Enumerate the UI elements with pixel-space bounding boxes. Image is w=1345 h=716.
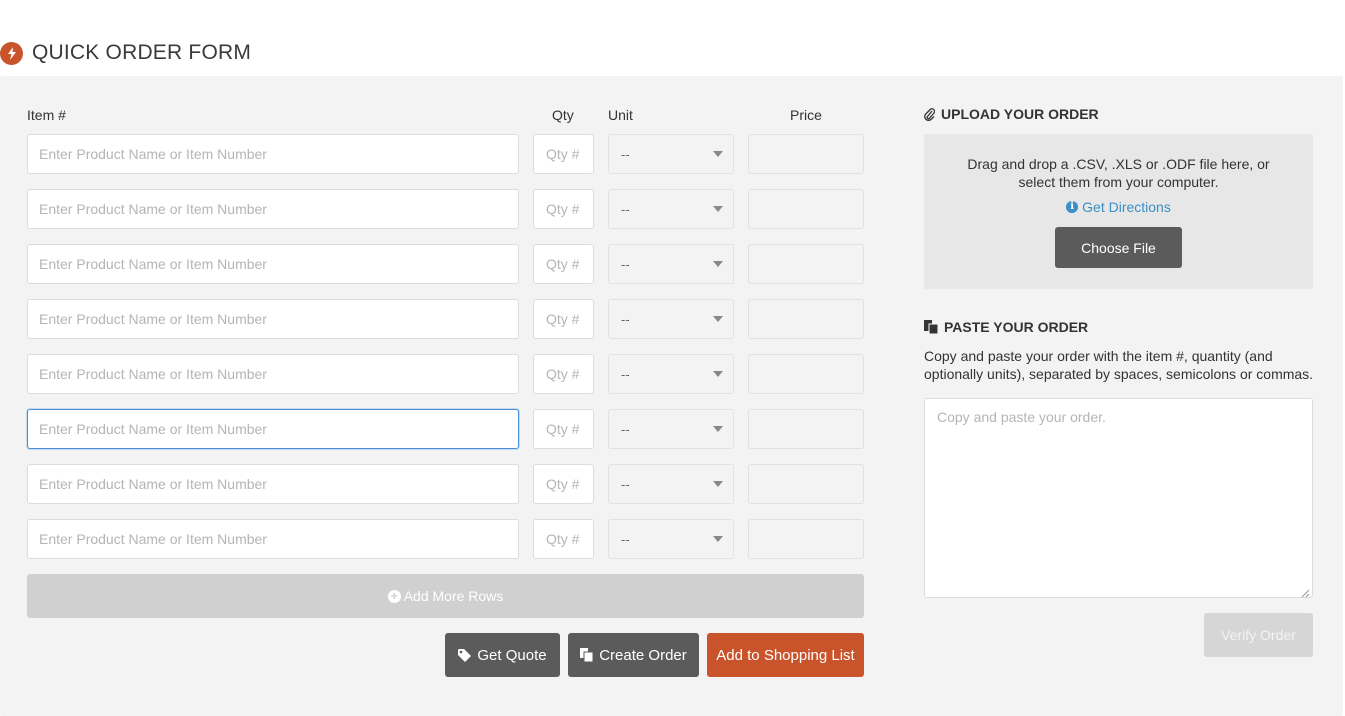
paste-order-textarea[interactable] bbox=[924, 398, 1313, 598]
copy-icon bbox=[580, 648, 594, 662]
unit-value: -- bbox=[621, 476, 630, 492]
lightning-icon bbox=[0, 41, 23, 65]
price-field bbox=[748, 134, 864, 174]
price-field bbox=[748, 189, 864, 229]
unit-select[interactable]: -- bbox=[608, 299, 734, 339]
price-field bbox=[748, 244, 864, 284]
unit-select[interactable]: -- bbox=[608, 189, 734, 229]
qty-input[interactable] bbox=[533, 354, 594, 394]
price-field bbox=[748, 409, 864, 449]
qty-input[interactable] bbox=[533, 409, 594, 449]
resize-handle-icon[interactable] bbox=[1300, 585, 1310, 598]
item-number-input[interactable] bbox=[27, 134, 519, 174]
add-to-shopping-list-button[interactable]: Add to Shopping List bbox=[707, 633, 864, 677]
unit-value: -- bbox=[621, 201, 630, 217]
chevron-down-icon bbox=[713, 206, 723, 212]
item-number-input[interactable] bbox=[27, 354, 519, 394]
qty-input[interactable] bbox=[533, 189, 594, 229]
chevron-down-icon bbox=[713, 481, 723, 487]
unit-value: -- bbox=[621, 256, 630, 272]
qty-input[interactable] bbox=[533, 299, 594, 339]
paste-description: Copy and paste your order with the item … bbox=[924, 348, 1314, 382]
plus-circle-icon: + bbox=[387, 589, 401, 603]
qty-input[interactable] bbox=[533, 134, 594, 174]
upload-description: Drag and drop a .CSV, .XLS or .ODF file … bbox=[967, 156, 1270, 190]
price-field bbox=[748, 464, 864, 504]
item-number-input[interactable] bbox=[27, 409, 519, 449]
item-number-input[interactable] bbox=[27, 299, 519, 339]
chevron-down-icon bbox=[713, 536, 723, 542]
clipboard-icon bbox=[924, 320, 938, 334]
item-number-input[interactable] bbox=[27, 464, 519, 504]
unit-select[interactable]: -- bbox=[608, 464, 734, 504]
paste-title-text: PASTE YOUR ORDER bbox=[944, 319, 1089, 335]
verify-order-button[interactable]: Verify Order bbox=[1204, 613, 1313, 657]
create-order-label: Create Order bbox=[599, 646, 687, 664]
upload-title-text: UPLOAD YOUR ORDER bbox=[941, 106, 1099, 122]
choose-file-button[interactable]: Choose File bbox=[1055, 227, 1182, 268]
qty-input[interactable] bbox=[533, 519, 594, 559]
get-directions-label: Get Directions bbox=[1082, 199, 1171, 215]
chevron-down-icon bbox=[713, 261, 723, 267]
unit-select[interactable]: -- bbox=[608, 519, 734, 559]
chevron-down-icon bbox=[713, 151, 723, 157]
qty-input[interactable] bbox=[533, 244, 594, 284]
get-quote-label: Get Quote bbox=[477, 646, 547, 664]
unit-value: -- bbox=[621, 311, 630, 327]
unit-value: -- bbox=[621, 146, 630, 162]
page-title: QUICK ORDER FORM bbox=[32, 41, 252, 64]
paperclip-icon bbox=[924, 107, 935, 121]
unit-select[interactable]: -- bbox=[608, 354, 734, 394]
page-header: QUICK ORDER FORM bbox=[0, 37, 251, 69]
paste-section-title: PASTE YOUR ORDER bbox=[924, 319, 1088, 335]
unit-select[interactable]: -- bbox=[608, 409, 734, 449]
price-field bbox=[748, 354, 864, 394]
add-more-rows-button[interactable]: + Add More Rows bbox=[27, 574, 864, 618]
add-more-rows-label: Add More Rows bbox=[403, 588, 504, 604]
tag-icon bbox=[458, 648, 472, 662]
qty-input[interactable] bbox=[533, 464, 594, 504]
unit-select[interactable]: -- bbox=[608, 134, 734, 174]
item-number-input[interactable] bbox=[27, 244, 519, 284]
column-header-unit: Unit bbox=[608, 107, 633, 123]
info-icon: i bbox=[1066, 201, 1079, 213]
chevron-down-icon bbox=[713, 316, 723, 322]
upload-dropzone[interactable]: Drag and drop a .CSV, .XLS or .ODF file … bbox=[924, 134, 1313, 289]
unit-value: -- bbox=[621, 531, 630, 547]
column-header-price: Price bbox=[790, 107, 822, 123]
upload-section-title: UPLOAD YOUR ORDER bbox=[924, 106, 1099, 122]
price-field bbox=[748, 519, 864, 559]
chevron-down-icon bbox=[713, 426, 723, 432]
unit-value: -- bbox=[621, 421, 630, 437]
get-quote-button[interactable]: Get Quote bbox=[445, 633, 560, 677]
column-header-item: Item # bbox=[27, 107, 66, 123]
unit-value: -- bbox=[621, 366, 630, 382]
price-field bbox=[748, 299, 864, 339]
unit-select[interactable]: -- bbox=[608, 244, 734, 284]
column-header-qty: Qty bbox=[552, 107, 574, 123]
create-order-button[interactable]: Create Order bbox=[568, 633, 699, 677]
item-number-input[interactable] bbox=[27, 189, 519, 229]
get-directions-link[interactable]: i Get Directions bbox=[924, 199, 1313, 215]
chevron-down-icon bbox=[713, 371, 723, 377]
item-number-input[interactable] bbox=[27, 519, 519, 559]
add-to-shopping-list-label: Add to Shopping List bbox=[716, 646, 855, 664]
